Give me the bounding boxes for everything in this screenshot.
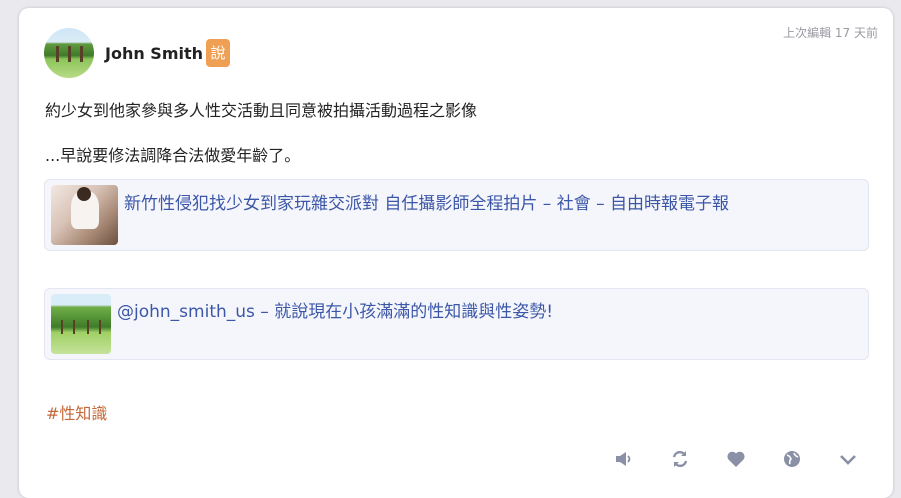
speaker-icon[interactable] bbox=[613, 448, 635, 470]
post-text-line: ...早說要修法調降合法做愛年齡了。 bbox=[45, 146, 301, 165]
link-thumbnail bbox=[51, 185, 118, 245]
repeat-icon[interactable] bbox=[669, 448, 691, 470]
action-bar bbox=[19, 448, 893, 470]
hashtag[interactable]: #性知識 bbox=[46, 400, 107, 424]
link-thumbnail bbox=[51, 294, 111, 354]
post-card: John Smith 說 上次編輯 17 天前 約少女到他家參與多人性交活動且同… bbox=[19, 8, 893, 498]
edit-timestamp[interactable]: 上次編輯 17 天前 bbox=[783, 24, 878, 41]
post-text-line: 約少女到他家參與多人性交活動且同意被拍攝活動過程之影像 bbox=[45, 101, 478, 120]
link-title[interactable]: @john_smith_us – 就說現在小孩滿滿的性知識與性姿勢! bbox=[117, 297, 553, 322]
link-preview[interactable]: @john_smith_us – 就說現在小孩滿滿的性知識與性姿勢! bbox=[44, 288, 869, 360]
avatar[interactable] bbox=[44, 28, 94, 78]
link-preview[interactable]: 新竹性侵犯找少女到家玩雜交派對 自任攝影師全程拍片 – 社會 – 自由時報電子報 bbox=[44, 179, 869, 251]
chevron-down-icon[interactable] bbox=[837, 448, 859, 470]
heart-icon[interactable] bbox=[725, 448, 747, 470]
globe-icon[interactable] bbox=[781, 448, 803, 470]
author-name[interactable]: John Smith bbox=[105, 44, 203, 63]
link-title[interactable]: 新竹性侵犯找少女到家玩雜交派對 自任攝影師全程拍片 – 社會 – 自由時報電子報 bbox=[124, 189, 729, 214]
badge: 說 bbox=[206, 39, 230, 67]
